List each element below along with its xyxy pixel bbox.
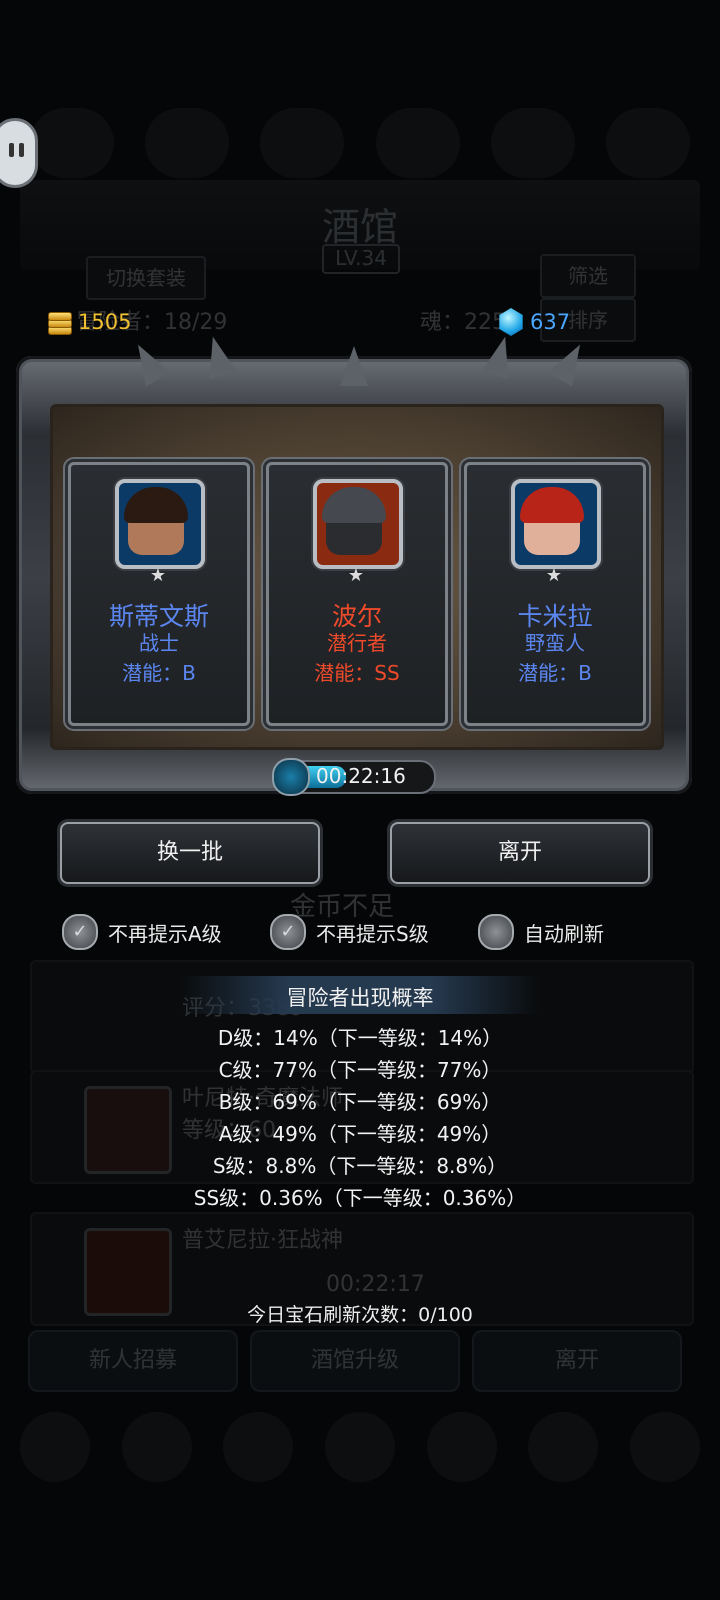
frame-spike [340,346,368,386]
refresh-timer: 00:22:16 [272,758,436,796]
hero-card[interactable]: ★ 斯蒂文斯 战士 潜能：B [68,462,250,726]
hero-class: 潜行者 [327,631,387,655]
background-bottom-icons [20,1412,700,1496]
no-remind-a-option[interactable]: ✓ 不再提示A级 [62,914,222,950]
rate-title: 冒险者出现概率 [286,986,434,1010]
hero-portrait [511,479,601,569]
rate-line: D级：14%（下一等级：14%） [217,1026,503,1050]
hero-portrait [115,479,205,569]
hero-card[interactable]: ★ 波尔 潜行者 潜能：SS [266,462,448,726]
background-title: 酒馆 [321,205,398,249]
gem-icon [499,308,523,336]
background-timer: 00:22:17 [326,1272,425,1297]
star-icon: ★ [149,565,167,586]
background-upgrade-button: 酒馆升级 [250,1330,460,1392]
unchecked-radio-icon[interactable] [478,914,514,950]
star-icon: ★ [545,565,563,586]
checked-radio-icon[interactable]: ✓ [62,914,98,950]
hero-potential: 潜能：B [122,661,196,685]
gem-amount: 637 [530,310,571,334]
rate-line: S级：8.8%（下一等级：8.8%） [212,1154,508,1178]
hero-potential: 潜能：SS [314,661,400,685]
checked-radio-icon[interactable]: ✓ [270,914,306,950]
clock-icon [272,758,310,796]
hero-portrait [313,479,403,569]
gold-coin-icon [46,308,72,336]
background-filter-button: 筛选 [540,254,636,298]
leave-button[interactable]: 离开 [390,822,650,884]
gold-amount: 1505 [78,310,132,334]
recruit-panel: ★ 斯蒂文斯 战士 潜能：B ★ 波尔 潜行者 潜能：SS ★ 卡米拉 野蛮人 … [16,333,692,794]
hero-class: 野蛮人 [525,631,585,655]
background-tavern-screen: 酒馆 LV.34 切换套装 筛选 排序 冒险者：18/29 魂：2250 金币不… [0,0,720,1600]
background-switch-outfit-button: 切换套装 [86,256,206,300]
auto-refresh-option[interactable]: 自动刷新 [478,914,604,950]
auto-refresh-label: 自动刷新 [524,921,604,946]
gem-refresh-count: 今日宝石刷新次数：0/100 [247,1304,473,1326]
no-remind-a-label: 不再提示A级 [108,921,222,946]
hero-card[interactable]: ★ 卡米拉 野蛮人 潜能：B [464,462,646,726]
refresh-batch-button[interactable]: 换一批 [60,822,320,884]
rate-line: B级：69%（下一等级：69%） [218,1090,502,1114]
star-icon: ★ [347,565,365,586]
rate-line: C级：77%（下一等级：77%） [218,1058,502,1082]
hero-potential: 潜能：B [518,661,592,685]
timer-text: 00:22:16 [316,764,406,788]
background-level: LV.34 [322,244,400,274]
no-remind-s-option[interactable]: ✓ 不再提示S级 [270,914,429,950]
hero-class: 战士 [139,631,179,655]
gem-display: 637 [498,306,570,338]
gold-display: 1505 [46,306,131,338]
rate-line: A级：49%（下一等级：49%） [218,1122,502,1146]
floating-chat-icon[interactable] [0,118,38,188]
background-top-icons [30,108,690,178]
background-recruit-button: 新人招募 [28,1330,238,1392]
rate-line: SS级：0.36%（下一等级：0.36%） [193,1186,527,1210]
background-leave-button: 离开 [472,1330,682,1392]
no-remind-s-label: 不再提示S级 [316,921,429,946]
